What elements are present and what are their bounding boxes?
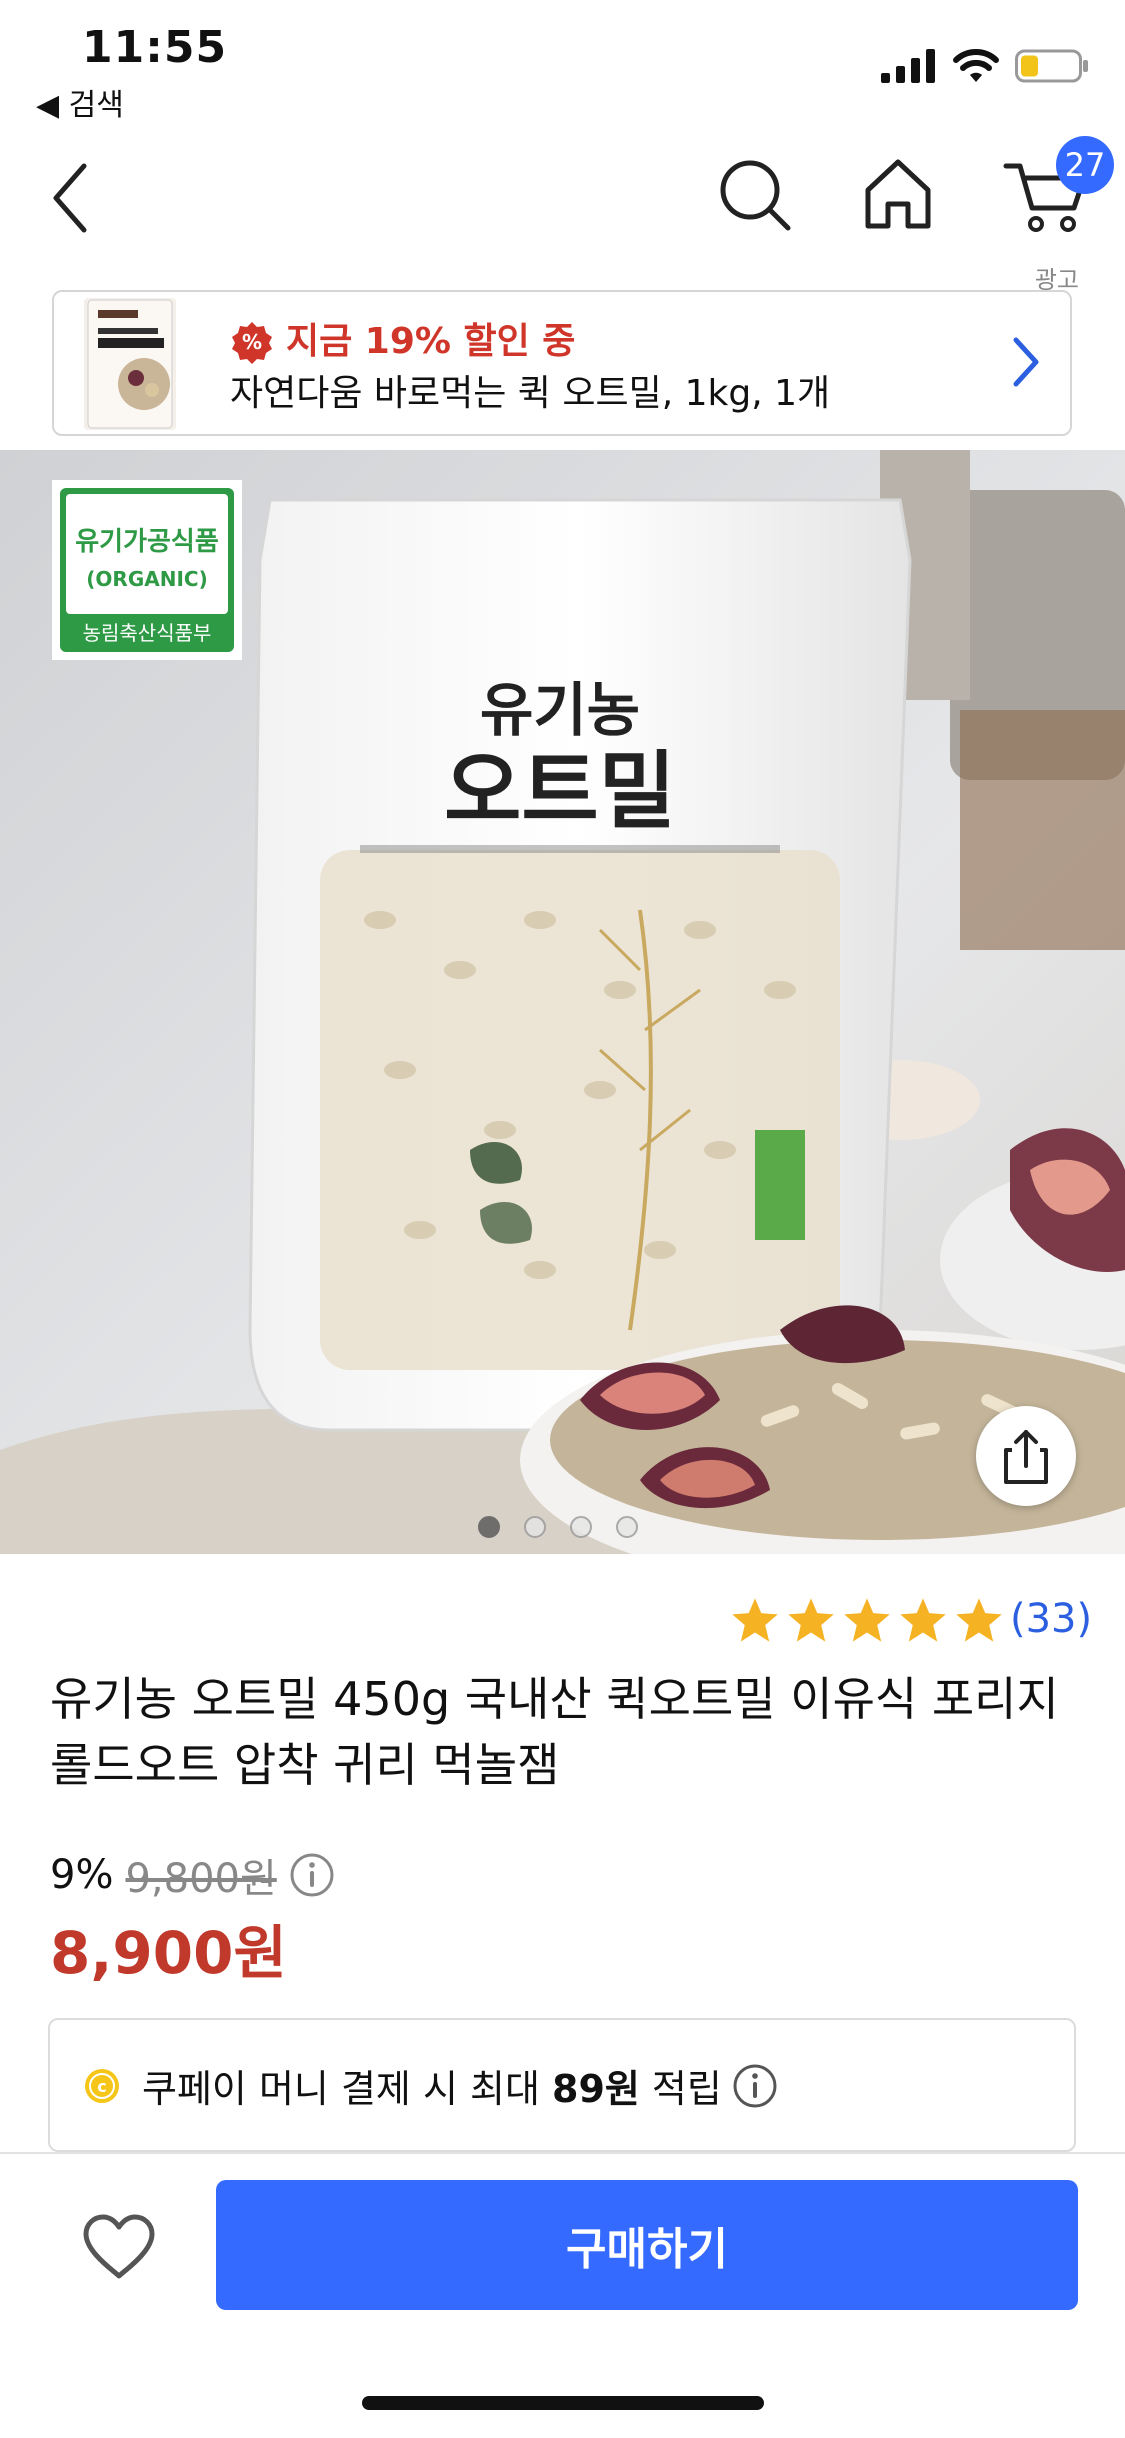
cashback-text-before: 쿠페이 머니 결제 시 최대 <box>142 2067 552 2111</box>
carousel-dot[interactable] <box>570 1516 592 1538</box>
ad-product-thumbnail <box>84 298 176 430</box>
home-indicator[interactable] <box>362 2396 764 2410</box>
carousel-pagination <box>478 1516 638 1538</box>
review-count-link[interactable]: (33) <box>1010 1596 1092 1642</box>
svg-text:%: % <box>242 330 262 354</box>
cart-count-badge: 27 <box>1056 136 1114 194</box>
share-icon <box>1004 1430 1048 1484</box>
info-icon[interactable] <box>289 1852 335 1898</box>
star-icon <box>844 1598 890 1642</box>
battery-icon <box>1015 49 1088 83</box>
discount-percent-icon: % <box>232 322 272 364</box>
coupay-coin-icon: c <box>85 2069 119 2103</box>
sale-price: 8,900원 <box>50 1919 287 1987</box>
star-icon <box>732 1598 778 1642</box>
status-icons <box>881 46 1089 86</box>
chevron-right-icon <box>1013 337 1039 387</box>
product-image-carousel[interactable]: 유기농 오트밀 유기가공식품 (ORGANIC) 농림축산식품부 <box>0 450 1125 1554</box>
status-time: 11:55 <box>82 22 228 73</box>
original-price: 9,800원 <box>125 1856 277 1902</box>
star-icon <box>900 1598 946 1642</box>
svg-text:c: c <box>97 2077 106 2096</box>
cashback-text-after: 적립 <box>639 2067 722 2111</box>
cellular-signal-icon <box>881 49 935 83</box>
star-icon <box>956 1598 1002 1642</box>
carousel-dot[interactable] <box>616 1516 638 1538</box>
wifi-icon <box>953 49 999 82</box>
wishlist-heart-icon[interactable] <box>80 2212 158 2282</box>
product-title: 유기농 오트밀 450g 국내산 퀵오트밀 이유식 포리지 롤드오트 압착 귀리… <box>50 1672 1059 1792</box>
ad-banner[interactable]: % 지금 19% 할인 중 자연다움 바로먹는 퀵 오트밀, 1kg, 1개 <box>52 290 1072 436</box>
cashback-text: 쿠페이 머니 결제 시 최대 89원 적립 <box>142 2058 778 2113</box>
discount-rate: 9% <box>50 1852 114 1898</box>
cert-text-line3: 농림축산식품부 <box>83 621 212 645</box>
search-icon[interactable] <box>718 158 792 232</box>
ad-promo-text: 지금 19% 할인 중 <box>286 321 576 362</box>
coupay-cashback-box[interactable]: c 쿠페이 머니 결제 시 최대 89원 적립 <box>48 2018 1076 2152</box>
cert-text-line2: (ORGANIC) <box>86 567 207 591</box>
cashback-amount: 89원 <box>552 2067 640 2111</box>
carousel-dot[interactable] <box>478 1516 500 1538</box>
back-to-search-link[interactable]: ◀ 검색 <box>36 80 124 124</box>
product-photo: 유기농 오트밀 유기가공식품 (ORGANIC) 농림축산식품부 <box>0 450 1125 1554</box>
rating-stars <box>730 1596 1004 1644</box>
package-text-line2: 오트밀 <box>444 742 676 840</box>
info-icon[interactable] <box>732 2063 778 2109</box>
star-icon <box>788 1598 834 1642</box>
ad-product-title: 자연다움 바로먹는 퀵 오트밀, 1kg, 1개 <box>230 373 831 414</box>
cert-text-line1: 유기가공식품 <box>75 527 219 557</box>
home-icon[interactable] <box>862 156 934 232</box>
back-arrow-icon[interactable] <box>46 158 106 238</box>
package-text-line1: 유기농 <box>480 676 640 744</box>
share-button[interactable] <box>976 1406 1076 1506</box>
carousel-dot[interactable] <box>524 1516 546 1538</box>
buy-button[interactable]: 구매하기 <box>216 2180 1078 2310</box>
discount-line: 9% 9,800원 <box>50 1846 335 1904</box>
